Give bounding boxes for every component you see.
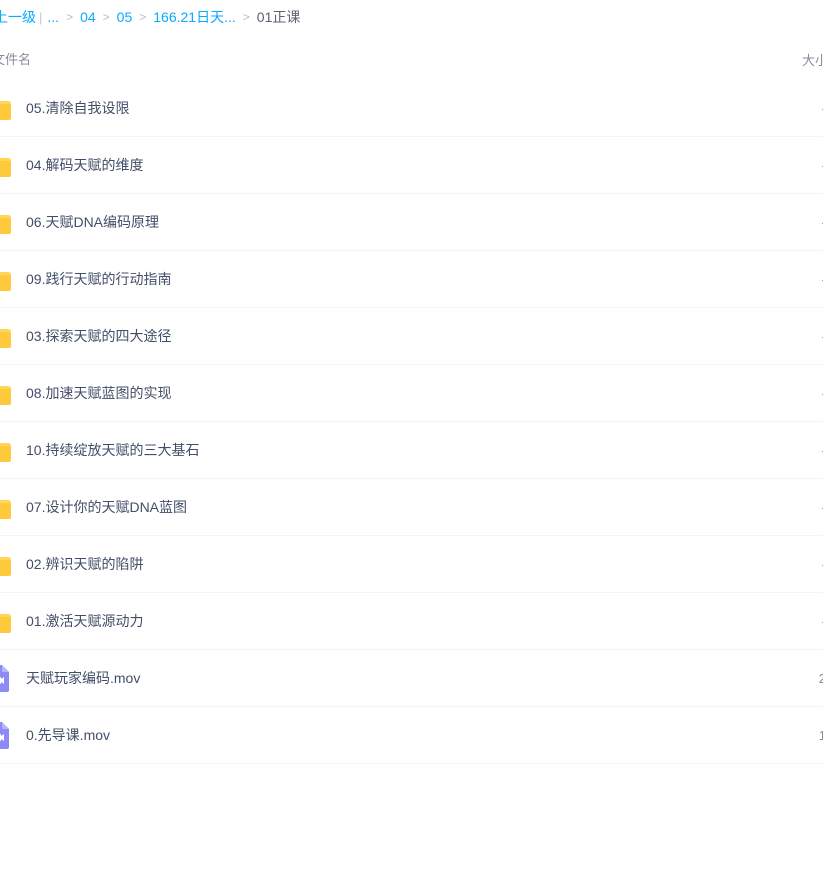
file-name[interactable]: 05.清除自我设限	[26, 98, 129, 118]
file-row[interactable]: 05.清除自我设限 -	[0, 80, 823, 137]
folder-icon	[0, 557, 11, 576]
breadcrumb-separator-icon: >	[139, 10, 147, 24]
breadcrumb-separator-icon: >	[66, 10, 74, 24]
folder-icon	[0, 101, 11, 120]
breadcrumb-item-04[interactable]: 04	[80, 9, 96, 25]
file-row[interactable]: 07.设计你的天赋DNA蓝图 -	[0, 479, 823, 536]
file-list: 05.清除自我设限 - 04.解码天赋的维度 - 06.天赋DNA编码原理 - …	[0, 80, 823, 764]
file-browser: 上一级 | ... > 04 > 05 > 166.21日天... > 01正课…	[0, 0, 823, 883]
file-name[interactable]: 04.解码天赋的维度	[26, 155, 143, 175]
file-name[interactable]: 06.天赋DNA编码原理	[26, 212, 159, 232]
file-name[interactable]: 09.践行天赋的行动指南	[26, 269, 171, 289]
video-file-icon	[0, 665, 9, 692]
file-row[interactable]: 03.探索天赋的四大途径 -	[0, 308, 823, 365]
video-file-icon	[0, 722, 9, 749]
file-row[interactable]: 02.辨识天赋的陷阱 -	[0, 536, 823, 593]
file-name[interactable]: 08.加速天赋蓝图的实现	[26, 383, 171, 403]
column-header-size[interactable]: 大小	[802, 50, 823, 69]
file-size: 2	[818, 670, 823, 686]
breadcrumb-item-05[interactable]: 05	[117, 9, 133, 25]
file-name[interactable]: 02.辨识天赋的陷阱	[26, 554, 143, 574]
folder-icon	[0, 329, 11, 348]
file-name[interactable]: 10.持续绽放天赋的三大基石	[26, 440, 199, 460]
folder-icon	[0, 614, 11, 633]
breadcrumb-separator-icon: >	[102, 10, 110, 24]
file-row[interactable]: 04.解码天赋的维度 -	[0, 137, 823, 194]
file-row[interactable]: 天赋玩家编码.mov 2	[0, 650, 823, 707]
file-name[interactable]: 01.激活天赋源动力	[26, 611, 143, 631]
folder-icon	[0, 386, 11, 405]
folder-icon	[0, 158, 11, 177]
file-row[interactable]: 0.先导课.mov 1	[0, 707, 823, 764]
breadcrumb: 上一级 | ... > 04 > 05 > 166.21日天... > 01正课	[0, 7, 300, 27]
folder-icon	[0, 500, 11, 519]
file-name[interactable]: 03.探索天赋的四大途径	[26, 326, 171, 346]
file-row[interactable]: 10.持续绽放天赋的三大基石 -	[0, 422, 823, 479]
breadcrumb-parent-link[interactable]: 上一级	[0, 7, 36, 27]
file-name[interactable]: 天赋玩家编码.mov	[26, 668, 140, 688]
breadcrumb-current: 01正课	[256, 9, 301, 25]
breadcrumb-item-ellipsis[interactable]: ...	[47, 9, 59, 25]
breadcrumb-divider: |	[39, 9, 43, 25]
folder-icon	[0, 443, 11, 462]
file-list-header: 文件名 大小	[0, 38, 823, 78]
column-header-name[interactable]: 文件名	[0, 49, 31, 68]
breadcrumb-separator-icon: >	[242, 10, 250, 24]
file-row[interactable]: 08.加速天赋蓝图的实现 -	[0, 365, 823, 422]
breadcrumb-item-166[interactable]: 166.21日天...	[153, 7, 236, 27]
file-size: 1	[818, 727, 823, 743]
file-name[interactable]: 07.设计你的天赋DNA蓝图	[26, 497, 187, 517]
folder-icon	[0, 215, 11, 234]
file-row[interactable]: 09.践行天赋的行动指南 -	[0, 251, 823, 308]
file-name[interactable]: 0.先导课.mov	[26, 725, 110, 745]
file-row[interactable]: 01.激活天赋源动力 -	[0, 593, 823, 650]
folder-icon	[0, 272, 11, 291]
file-row[interactable]: 06.天赋DNA编码原理 -	[0, 194, 823, 251]
